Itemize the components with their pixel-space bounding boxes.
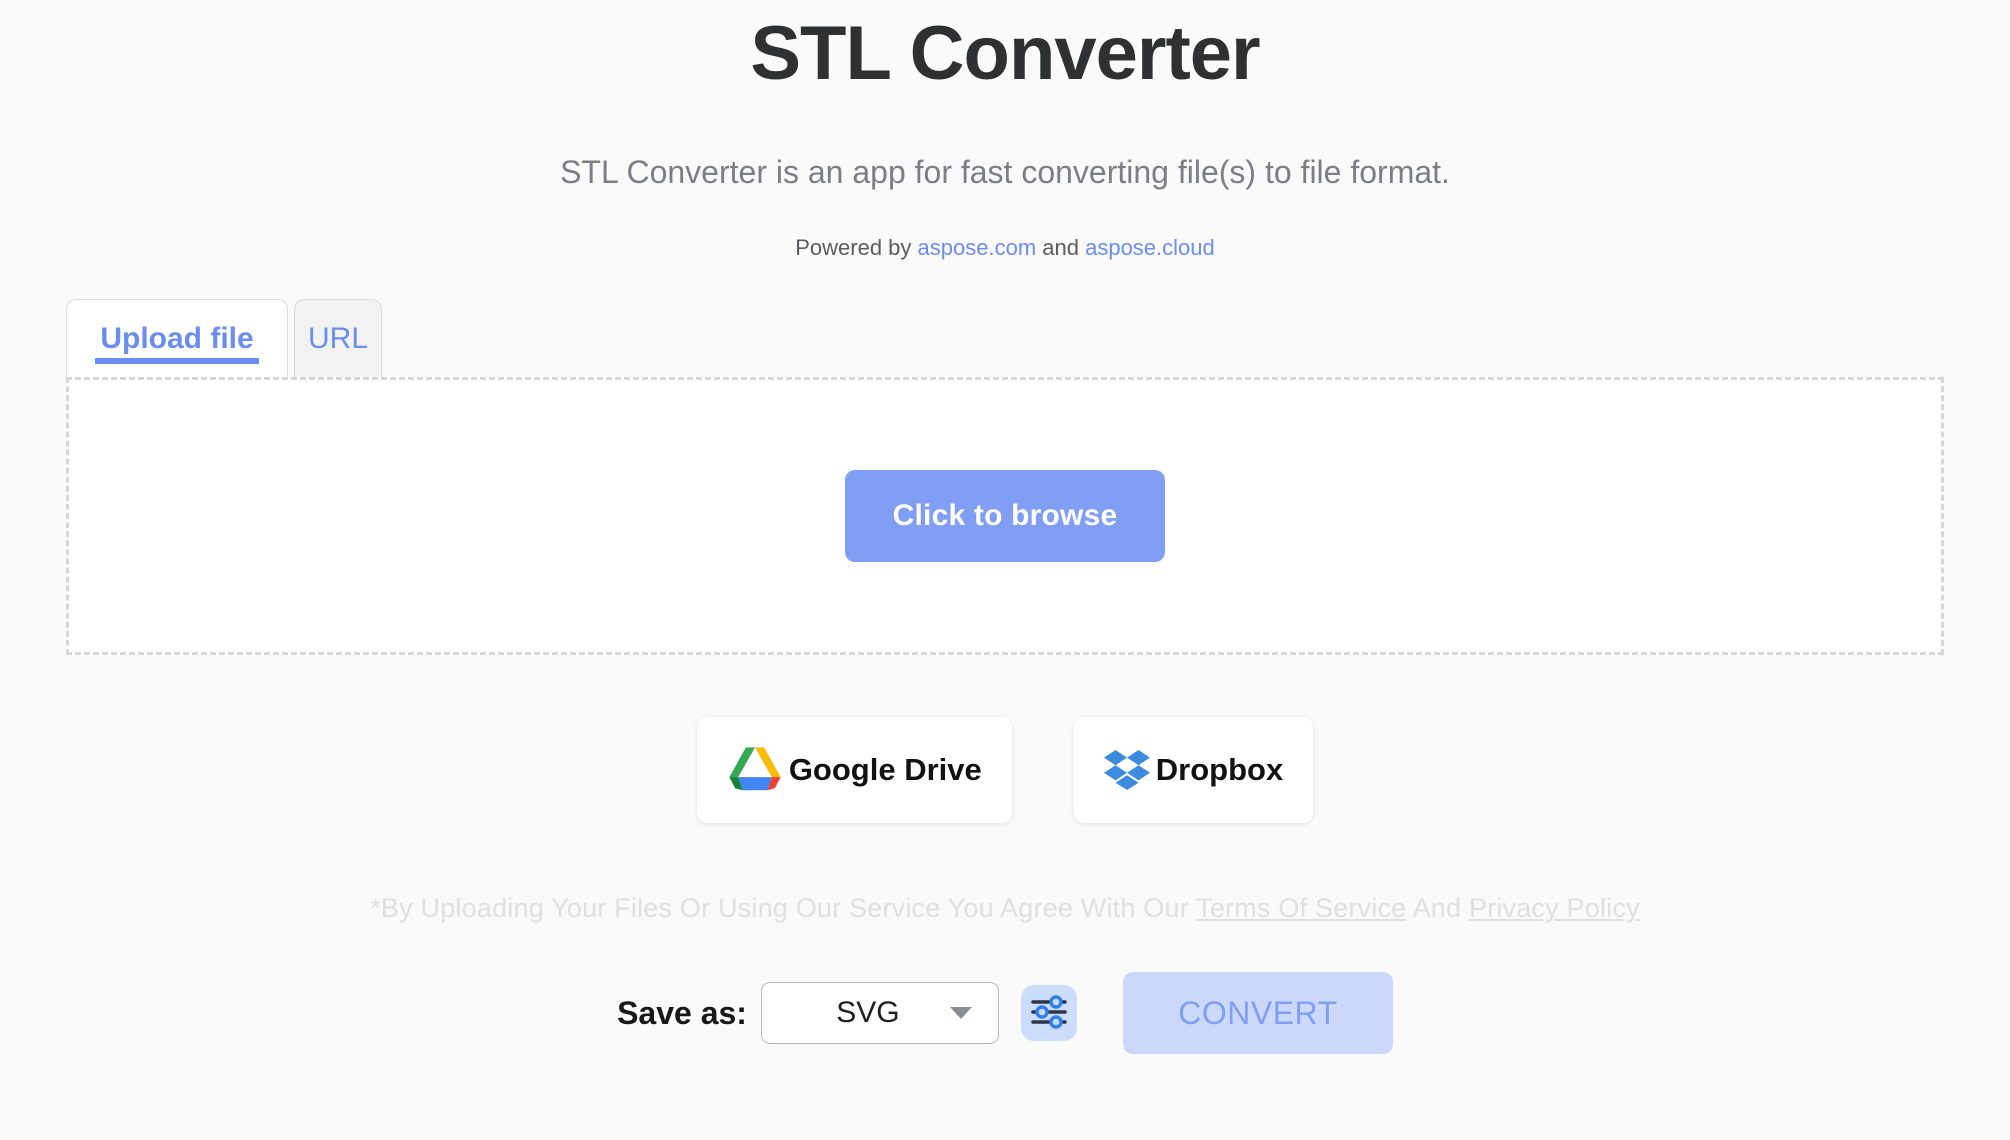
powered-by-line: Powered by aspose.com and aspose.cloud bbox=[0, 235, 2010, 261]
page-title: STL Converter bbox=[750, 11, 1260, 96]
file-dropzone[interactable]: Click to browse bbox=[66, 377, 1944, 655]
dropbox-label: Dropbox bbox=[1155, 752, 1284, 787]
dropbox-button[interactable]: Dropbox bbox=[1073, 717, 1314, 823]
chevron-down-icon bbox=[949, 1007, 972, 1019]
aspose-cloud-link[interactable]: aspose.cloud bbox=[1085, 235, 1215, 260]
google-drive-label: Google Drive bbox=[788, 752, 982, 787]
conversion-bar: Save as: SVG CONVERT bbox=[0, 972, 2010, 1054]
terms-mid: And bbox=[1406, 893, 1469, 923]
stl-converter-page: STL Converter STL Converter is an app fo… bbox=[0, 0, 2010, 1140]
terms-of-service-link[interactable]: Terms Of Service bbox=[1196, 893, 1406, 923]
terms-prefix: *By Uploading Your Files Or Using Our Se… bbox=[370, 893, 1197, 923]
tab-upload-file[interactable]: Upload file bbox=[66, 299, 288, 377]
page-subtitle: STL Converter is an app for fast convert… bbox=[560, 154, 1450, 190]
click-to-browse-button[interactable]: Click to browse bbox=[845, 470, 1165, 562]
google-drive-button[interactable]: Google Drive bbox=[696, 717, 1012, 823]
tab-url[interactable]: URL bbox=[294, 299, 382, 377]
powered-by-prefix: Powered by bbox=[795, 235, 918, 260]
convert-button[interactable]: CONVERT bbox=[1122, 972, 1393, 1054]
source-tabs: Upload file URL bbox=[0, 299, 2010, 377]
powered-by-mid: and bbox=[1036, 235, 1086, 260]
tab-upload-file-label: Upload file bbox=[100, 321, 254, 355]
tab-url-label: URL bbox=[307, 321, 368, 355]
output-format-select[interactable]: SVG bbox=[760, 982, 999, 1044]
dropbox-icon bbox=[1103, 748, 1150, 793]
cloud-import-buttons: Google Drive Dropbox bbox=[0, 717, 2010, 823]
output-format-value: SVG bbox=[836, 996, 900, 1029]
save-as-label: Save as: bbox=[617, 994, 747, 1031]
conversion-settings-button[interactable] bbox=[1020, 985, 1077, 1041]
terms-disclaimer: *By Uploading Your Files Or Using Our Se… bbox=[0, 893, 2010, 924]
sliders-icon bbox=[1030, 993, 1068, 1034]
privacy-policy-link[interactable]: Privacy Policy bbox=[1469, 893, 1640, 923]
aspose-com-link[interactable]: aspose.com bbox=[918, 235, 1037, 260]
google-drive-icon bbox=[727, 744, 783, 797]
